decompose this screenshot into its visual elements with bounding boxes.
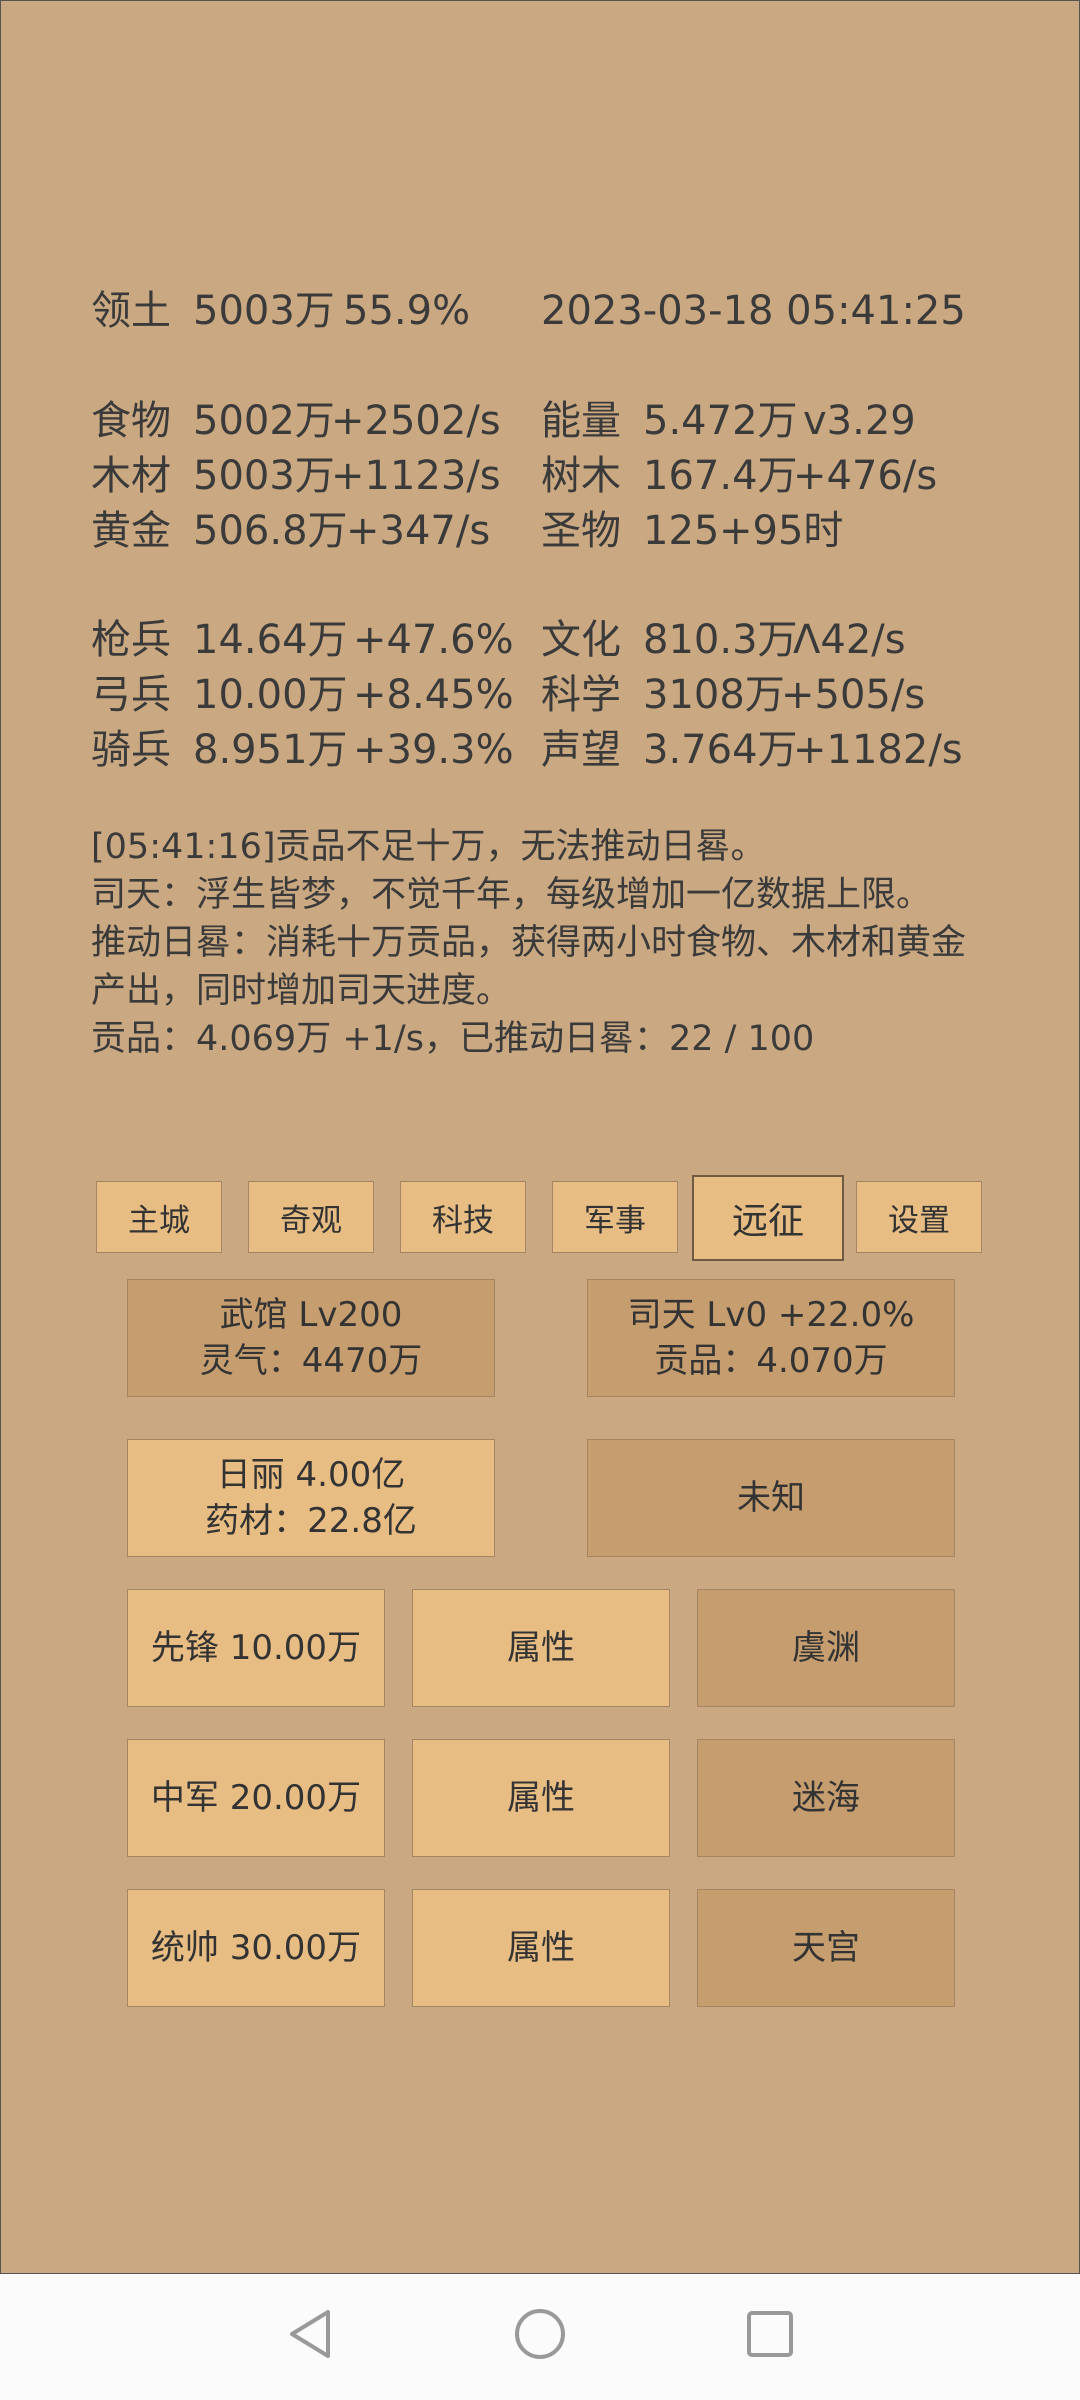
- message-line: 贡品：4.069万 +1/s，已推动日晷：22 / 100: [91, 1019, 815, 1059]
- spear-rate: +47.6%: [353, 617, 514, 663]
- cavalry-rate: +39.3%: [353, 727, 514, 773]
- tree-label: 树木: [541, 453, 621, 499]
- game-screen: 领土 5003万 55.9% 2023-03-18 05:41:25 食物 50…: [0, 0, 1080, 2274]
- culture-rate: Λ42/s: [793, 617, 906, 663]
- mihai-button[interactable]: 迷海: [697, 1739, 955, 1857]
- commander-button[interactable]: 统帅 30.00万: [127, 1889, 385, 2007]
- tree-value: 167.4万: [643, 453, 798, 499]
- datetime: 2023-03-18 05:41:25: [541, 288, 966, 334]
- food-label: 食物: [91, 398, 171, 444]
- energy-label: 能量: [541, 398, 621, 444]
- culture-label: 文化: [541, 617, 621, 663]
- tab-main-city[interactable]: 主城: [96, 1181, 222, 1253]
- message-line: 产出，同时增加司天进度。: [91, 971, 512, 1011]
- rili-herbs: 药材：22.8亿: [205, 1501, 417, 1541]
- rili-button[interactable]: 日丽 4.00亿 药材：22.8亿: [127, 1439, 495, 1557]
- rili-value: 日丽 4.00亿: [216, 1455, 406, 1495]
- unknown-button[interactable]: 未知: [587, 1439, 955, 1557]
- message-line: 推动日晷：消耗十万贡品，获得两小时食物、木材和黄金: [91, 923, 967, 963]
- tab-settings[interactable]: 设置: [856, 1181, 982, 1253]
- spear-value: 14.64万: [193, 617, 348, 663]
- recents-icon[interactable]: [740, 2304, 800, 2364]
- prestige-label: 声望: [541, 727, 621, 773]
- wood-rate: +1123/s: [331, 453, 501, 499]
- food-rate: +2502/s: [331, 398, 501, 444]
- wuguan-qi: 灵气：4470万: [199, 1341, 423, 1381]
- tab-expedition[interactable]: 远征: [692, 1175, 844, 1261]
- vanguard-button[interactable]: 先锋 10.00万: [127, 1589, 385, 1707]
- vanguard-attributes-button[interactable]: 属性: [412, 1589, 670, 1707]
- wood-value: 5003万: [193, 453, 335, 499]
- food-value: 5002万: [193, 398, 335, 444]
- home-icon[interactable]: [510, 2304, 570, 2364]
- back-icon[interactable]: [280, 2304, 340, 2364]
- territory-value: 5003万: [193, 288, 335, 334]
- message-line: 司天：浮生皆梦，不觉千年，每级增加一亿数据上限。: [91, 875, 932, 915]
- sitian-button[interactable]: 司天 Lv0 +22.0% 贡品：4.070万: [587, 1279, 955, 1397]
- central-army-attributes-button[interactable]: 属性: [412, 1739, 670, 1857]
- relic-rate: +95时: [719, 508, 844, 554]
- prestige-value: 3.764万: [643, 727, 798, 773]
- gold-label: 黄金: [91, 508, 171, 554]
- yuyuan-button[interactable]: 虞渊: [697, 1589, 955, 1707]
- science-value: 3108万: [643, 672, 785, 718]
- central-army-button[interactable]: 中军 20.00万: [127, 1739, 385, 1857]
- archer-value: 10.00万: [193, 672, 348, 718]
- relic-value: 125: [643, 508, 720, 554]
- energy-value: 5.472万: [643, 398, 798, 444]
- territory-percent: 55.9%: [343, 288, 471, 334]
- territory-label: 领土: [91, 288, 171, 334]
- science-label: 科学: [541, 672, 621, 718]
- commander-attributes-button[interactable]: 属性: [412, 1889, 670, 2007]
- sitian-tribute: 贡品：4.070万: [654, 1341, 888, 1381]
- sitian-level: 司天 Lv0 +22.0%: [627, 1295, 915, 1335]
- tab-wonders[interactable]: 奇观: [248, 1181, 374, 1253]
- tab-military[interactable]: 军事: [552, 1181, 678, 1253]
- science-rate: +505/s: [781, 672, 926, 718]
- relic-label: 圣物: [541, 508, 621, 554]
- message-line: [05:41:16]贡品不足十万，无法推动日晷。: [91, 827, 766, 867]
- version: v3.29: [803, 398, 916, 444]
- spear-label: 枪兵: [91, 617, 171, 663]
- gold-value: 506.8万: [193, 508, 348, 554]
- wuguan-level: 武馆 Lv200: [219, 1295, 403, 1335]
- gold-rate: +347/s: [346, 508, 491, 554]
- cavalry-value: 8.951万: [193, 727, 348, 773]
- tree-rate: +476/s: [793, 453, 938, 499]
- tab-technology[interactable]: 科技: [400, 1181, 526, 1253]
- tiangong-button[interactable]: 天宫: [697, 1889, 955, 2007]
- system-nav-bar: [0, 2274, 1080, 2400]
- unknown-label: 未知: [737, 1478, 805, 1518]
- prestige-rate: +1182/s: [793, 727, 963, 773]
- wood-label: 木材: [91, 453, 171, 499]
- archer-rate: +8.45%: [353, 672, 514, 718]
- archer-label: 弓兵: [91, 672, 171, 718]
- wuguan-button[interactable]: 武馆 Lv200 灵气：4470万: [127, 1279, 495, 1397]
- cavalry-label: 骑兵: [91, 727, 171, 773]
- culture-value: 810.3万: [643, 617, 798, 663]
